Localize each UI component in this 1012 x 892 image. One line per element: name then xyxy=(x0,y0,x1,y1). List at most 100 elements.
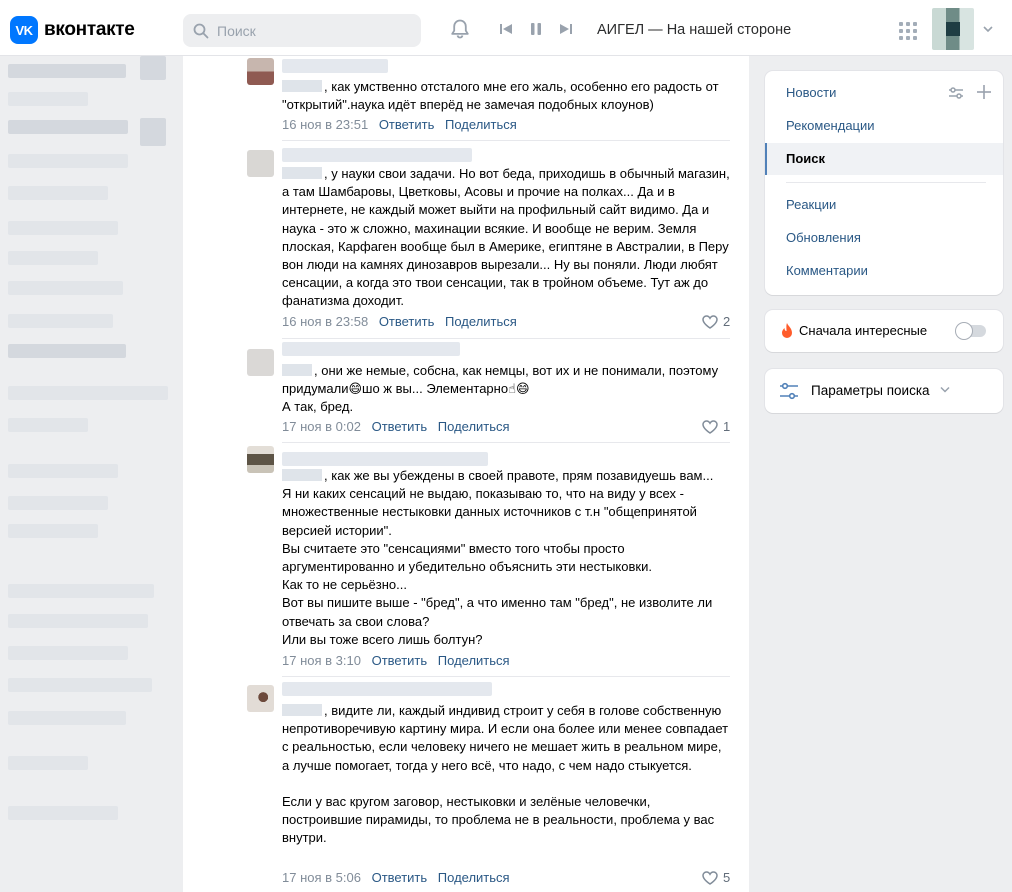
blurred-menu-item[interactable] xyxy=(8,806,118,820)
comment-time[interactable]: 17 ноя в 0:02 xyxy=(282,419,361,434)
bell-icon[interactable] xyxy=(449,18,471,40)
blurred-menu-item[interactable] xyxy=(8,496,108,510)
blurred-menu-item[interactable] xyxy=(8,464,118,478)
reply-link[interactable]: Ответить xyxy=(379,117,435,132)
blurred-menu-item[interactable] xyxy=(8,756,88,770)
blurred-menu-item[interactable] xyxy=(8,281,123,295)
pause-icon[interactable] xyxy=(528,21,544,37)
like-count: 2 xyxy=(723,314,731,329)
chevron-down-icon[interactable] xyxy=(983,25,993,33)
comment-time[interactable]: 17 ноя в 5:06 xyxy=(282,870,361,885)
vk-logo-text: вконтакте xyxy=(44,19,135,40)
now-playing-track[interactable]: АИГЕЛ — На нашей стороне xyxy=(597,22,791,38)
comment-time[interactable]: 16 ноя в 23:58 xyxy=(282,314,368,329)
reply-link[interactable]: Ответить xyxy=(372,870,428,885)
comment-divider xyxy=(282,442,730,443)
comment-meta: 16 ноя в 23:51 Ответить Поделиться xyxy=(282,117,517,132)
apps-grid-icon[interactable] xyxy=(898,21,918,41)
vk-logo[interactable]: VK вконтакте xyxy=(10,16,135,44)
blurred-menu-item[interactable] xyxy=(8,221,118,235)
nav-item-updates[interactable]: Обновления xyxy=(765,222,1003,254)
vk-logo-badge: VK xyxy=(10,16,38,44)
blurred-menu-item[interactable] xyxy=(8,711,126,725)
reply-to-name[interactable] xyxy=(282,80,322,92)
nav-item-search[interactable]: Поиск xyxy=(765,143,1003,175)
blurred-menu-item[interactable] xyxy=(8,678,152,692)
next-track-icon[interactable] xyxy=(558,21,574,37)
blurred-menu-item[interactable] xyxy=(8,64,126,78)
plus-icon[interactable] xyxy=(976,84,992,100)
comment-author-avatar[interactable] xyxy=(247,685,274,712)
sort-interesting-toggle[interactable]: Сначала интересные xyxy=(765,310,1003,352)
comment-text: , они же немые, собсна, как немцы, вот и… xyxy=(282,362,732,417)
nav-item-reactions[interactable]: Реакции xyxy=(765,189,1003,221)
reply-to-name[interactable] xyxy=(282,704,322,716)
comment-text: , как умственно отсталого мне его жаль, … xyxy=(282,78,732,114)
blurred-menu-item[interactable] xyxy=(8,154,128,168)
search-icon xyxy=(193,23,209,38)
user-avatar[interactable] xyxy=(932,8,974,50)
search-input[interactable] xyxy=(217,22,397,39)
comment-author-avatar[interactable] xyxy=(247,150,274,177)
nav-item-recommendations[interactable]: Рекомендации xyxy=(765,110,1003,142)
comment-time[interactable]: 17 ноя в 3:10 xyxy=(282,653,361,668)
reply-link[interactable]: Ответить xyxy=(372,419,428,434)
nav-item-news[interactable]: Новости xyxy=(765,77,1003,109)
share-link[interactable]: Поделиться xyxy=(445,117,517,132)
like-button[interactable]: 2 xyxy=(702,314,730,329)
blurred-menu-item[interactable] xyxy=(8,386,168,400)
like-button[interactable]: 5 xyxy=(702,870,730,885)
filter-settings-icon[interactable] xyxy=(948,85,964,101)
comment-author-avatar[interactable] xyxy=(247,58,274,85)
search-parameters-dropdown[interactable]: Параметры поиска xyxy=(765,369,1003,413)
blurred-menu-item[interactable] xyxy=(140,118,166,146)
share-link[interactable]: Поделиться xyxy=(445,314,517,329)
reply-link[interactable]: Ответить xyxy=(372,653,428,668)
blurred-menu-item[interactable] xyxy=(8,614,148,628)
chevron-down-icon xyxy=(940,386,950,393)
like-button[interactable]: 1 xyxy=(702,419,730,434)
blurred-menu-item[interactable] xyxy=(8,92,88,106)
reply-link[interactable]: Ответить xyxy=(379,314,435,329)
reply-to-name[interactable] xyxy=(282,469,322,481)
blurred-menu-item[interactable] xyxy=(8,120,128,134)
heart-icon xyxy=(702,314,718,329)
comment-divider xyxy=(282,338,730,339)
blurred-menu-item[interactable] xyxy=(8,186,108,200)
comment-author-name[interactable] xyxy=(282,342,460,356)
like-count: 5 xyxy=(723,870,731,885)
blurred-menu-item[interactable] xyxy=(140,56,166,80)
comment-author-name[interactable] xyxy=(282,59,388,73)
left-sidebar xyxy=(0,56,182,892)
heart-icon xyxy=(702,419,718,434)
share-link[interactable]: Поделиться xyxy=(438,870,510,885)
nav-divider xyxy=(786,182,986,183)
blurred-menu-item[interactable] xyxy=(8,584,154,598)
blurred-menu-item[interactable] xyxy=(8,524,98,538)
previous-track-icon[interactable] xyxy=(498,21,514,37)
share-link[interactable]: Поделиться xyxy=(438,419,510,434)
audio-player-controls xyxy=(498,21,574,37)
comment-body: , как же вы убеждены в своей правоте, пр… xyxy=(282,468,714,647)
comment-author-name[interactable] xyxy=(282,148,472,162)
blurred-menu-item[interactable] xyxy=(8,314,113,328)
share-link[interactable]: Поделиться xyxy=(438,653,510,668)
comment-author-avatar[interactable] xyxy=(247,349,274,376)
blurred-menu-item[interactable] xyxy=(8,646,128,660)
comment-author-avatar[interactable] xyxy=(247,446,274,473)
blurred-menu-item[interactable] xyxy=(8,344,126,358)
comment-time[interactable]: 16 ноя в 23:51 xyxy=(282,117,368,132)
search-box[interactable] xyxy=(183,14,421,47)
reply-to-name[interactable] xyxy=(282,364,312,376)
comments-feed: , как умственно отсталого мне его жаль, … xyxy=(183,56,749,892)
comment-body: , у науки свои задачи. Но вот беда, прих… xyxy=(282,166,730,309)
comment-text: , видите ли, каждый индивид строит у себ… xyxy=(282,702,732,848)
nav-item-comments[interactable]: Комментарии xyxy=(765,255,1003,287)
heart-icon xyxy=(702,870,718,885)
comment-author-name[interactable] xyxy=(282,682,492,696)
blurred-menu-item[interactable] xyxy=(8,251,98,265)
comment-author-name[interactable] xyxy=(282,452,488,466)
blurred-menu-item[interactable] xyxy=(8,418,88,432)
toggle-switch[interactable] xyxy=(956,323,986,339)
reply-to-name[interactable] xyxy=(282,167,322,179)
